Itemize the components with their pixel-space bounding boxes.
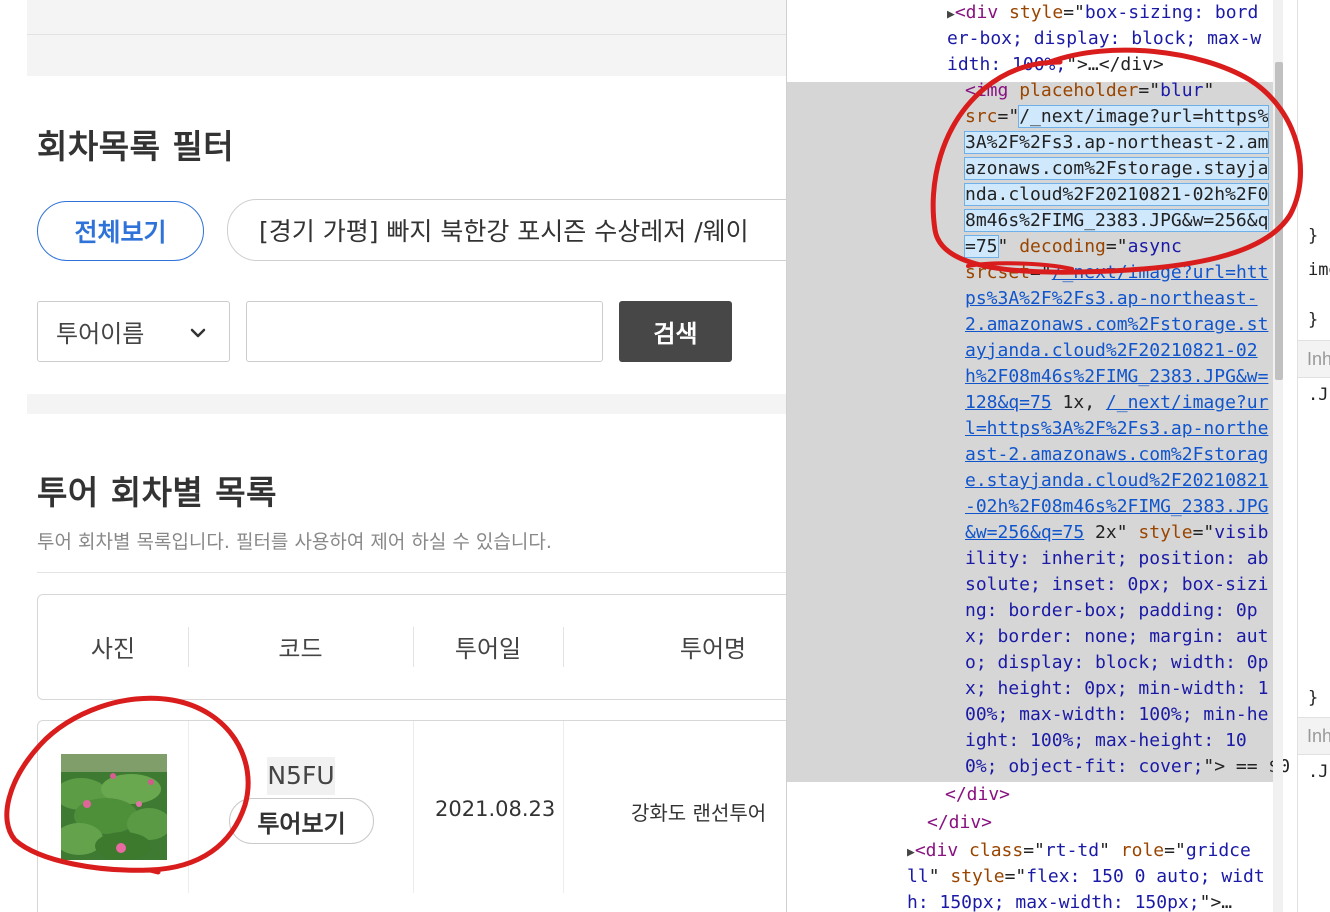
- dom-tree-line[interactable]: 2.amazonaws.com%2Fstorage.st: [965, 312, 1268, 338]
- web-page: 회차목록 필터 전체보기 [경기 가평] 빠지 북한강 포시즌 수상레저 /웨이…: [0, 0, 786, 912]
- dom-tree-line[interactable]: </div>: [927, 810, 992, 836]
- dom-tree-line[interactable]: ▶<div class="rt-td" role="gridce: [907, 838, 1251, 866]
- styles-rule-label[interactable]: .JI: [1308, 385, 1330, 405]
- dom-tree-line[interactable]: 128&q=75 1x, /_next/image?ur: [965, 390, 1268, 416]
- tour-name: 강화도 랜선투어: [631, 801, 767, 825]
- styles-brace: }: [1308, 310, 1319, 330]
- dom-tree-line[interactable]: ng: border-box; padding: 0p: [965, 598, 1258, 624]
- dom-tree-line[interactable]: 8m46s%2FIMG_2383.JPG&w=256&q: [963, 208, 1270, 234]
- dom-tree-line[interactable]: x; border: none; margin: aut: [965, 624, 1268, 650]
- dom-tree-line[interactable]: ayjanda.cloud%2F20210821-02: [965, 338, 1258, 364]
- dom-tree-line[interactable]: ▶<div style="box-sizing: bord: [947, 0, 1258, 28]
- search-type-select[interactable]: 투어이름: [37, 301, 230, 362]
- dom-tree-line[interactable]: x; height: 0px; min-width: 1: [965, 676, 1268, 702]
- styles-selector-img[interactable]: img: [1308, 260, 1330, 280]
- styles-brace: }: [1308, 688, 1319, 708]
- middle-gray-band: [27, 394, 786, 414]
- styles-brace: }: [1308, 226, 1319, 246]
- dom-tree-line[interactable]: ight: 100%; max-height: 10: [965, 728, 1247, 754]
- top-gray-band: [27, 0, 786, 76]
- tour-filter-chip[interactable]: [경기 가평] 빠지 북한강 포시즌 수상레저 /웨이: [227, 199, 786, 261]
- column-header-date[interactable]: 투어일: [413, 625, 563, 667]
- dom-tree-line[interactable]: ility: inherit; position: ab: [965, 546, 1268, 572]
- dom-tree-line[interactable]: l=https%3A%2F%2Fs3.ap-northe: [965, 416, 1268, 442]
- dom-tree-line[interactable]: <img placeholder="blur": [965, 78, 1214, 104]
- dom-tree-line[interactable]: idth: 100%;">…</div>: [947, 52, 1164, 78]
- dom-tree-line[interactable]: -02h%2F08m46s%2FIMG_2383.JPG: [965, 494, 1268, 520]
- dom-tree-line[interactable]: ps%3A%2F%2Fs3.ap-northeast-: [965, 286, 1258, 312]
- filter-section-title: 회차목록 필터: [37, 127, 235, 166]
- search-type-value: 투어이름: [56, 320, 145, 348]
- elements-scrollbar[interactable]: [1275, 62, 1283, 380]
- view-tour-button[interactable]: 투어보기: [229, 798, 374, 844]
- column-header-name[interactable]: 투어명: [563, 625, 786, 667]
- dom-tree-line[interactable]: e.stayjanda.cloud%2F20210821: [965, 468, 1268, 494]
- dom-tree-line[interactable]: src="/_next/image?url=https%: [965, 104, 1270, 130]
- dom-tree-line[interactable]: </div>: [945, 782, 1010, 808]
- dom-tree-line[interactable]: ast-2.amazonaws.com%2Fstorag: [965, 442, 1268, 468]
- column-header-photo[interactable]: 사진: [38, 625, 188, 667]
- dom-tree-line[interactable]: o; display: block; width: 0p: [965, 650, 1268, 676]
- devtools-panel: ▶<div style="box-sizing: bord er-box; dis…: [786, 0, 1330, 912]
- dom-tree-line[interactable]: azonaws.com%2Fstorage.stayja: [963, 156, 1270, 182]
- list-section-title: 투어 회차별 목록: [37, 473, 277, 512]
- table-header: 사진 코드 투어일 투어명: [37, 594, 786, 700]
- dom-tree-line[interactable]: 3A%2F%2Fs3.ap-northeast-2.am: [963, 130, 1270, 156]
- divider: [37, 572, 786, 573]
- search-input[interactable]: [246, 301, 603, 362]
- dom-tree-line[interactable]: 0%; object-fit: cover;"> == $0: [965, 754, 1290, 780]
- dom-tree-line[interactable]: solute; inset: 0px; box-sizi: [965, 572, 1268, 598]
- dom-tree-line[interactable]: er-box; display: block; max-w: [947, 26, 1261, 52]
- styles-pane-divider[interactable]: [1297, 0, 1298, 912]
- styles-inherited-header: Inh: [1298, 717, 1330, 755]
- styles-rule-label[interactable]: .JI: [1308, 762, 1330, 782]
- dom-tree-line[interactable]: h: 150px; max-width: 150px;">…: [907, 890, 1232, 912]
- styles-inherited-header: Inh: [1298, 340, 1330, 378]
- dom-tree-line[interactable]: 00%; max-width: 100%; min-he: [965, 702, 1268, 728]
- tour-photo-thumbnail[interactable]: [61, 754, 167, 860]
- dom-tree-line[interactable]: nda.cloud%2F20210821-02h%2F0: [963, 182, 1270, 208]
- dom-tree-line[interactable]: &w=256&q=75 2x" style="visib: [965, 520, 1268, 546]
- dom-tree-line[interactable]: ll" style="flex: 150 0 auto; widt: [907, 864, 1265, 890]
- dom-tree-line[interactable]: =75" decoding="async: [964, 234, 1182, 260]
- column-header-code[interactable]: 코드: [188, 625, 413, 667]
- dom-tree-line[interactable]: h%2F08m46s%2FIMG_2383.JPG&w=: [965, 364, 1268, 390]
- table-row: N5FU 투어보기 2021.08.23 강화도 랜선투어: [37, 720, 786, 912]
- list-description: 투어 회차별 목록입니다. 필터를 사용하여 제어 하실 수 있습니다.: [37, 531, 552, 553]
- search-button[interactable]: 검색: [619, 301, 732, 362]
- tour-date: 2021.08.23: [435, 797, 556, 821]
- dom-tree-line[interactable]: srcset="/_next/image?url=htt: [965, 260, 1268, 286]
- view-all-button[interactable]: 전체보기: [37, 201, 204, 261]
- chevron-down-icon: [190, 328, 206, 338]
- tour-code: N5FU: [267, 757, 335, 795]
